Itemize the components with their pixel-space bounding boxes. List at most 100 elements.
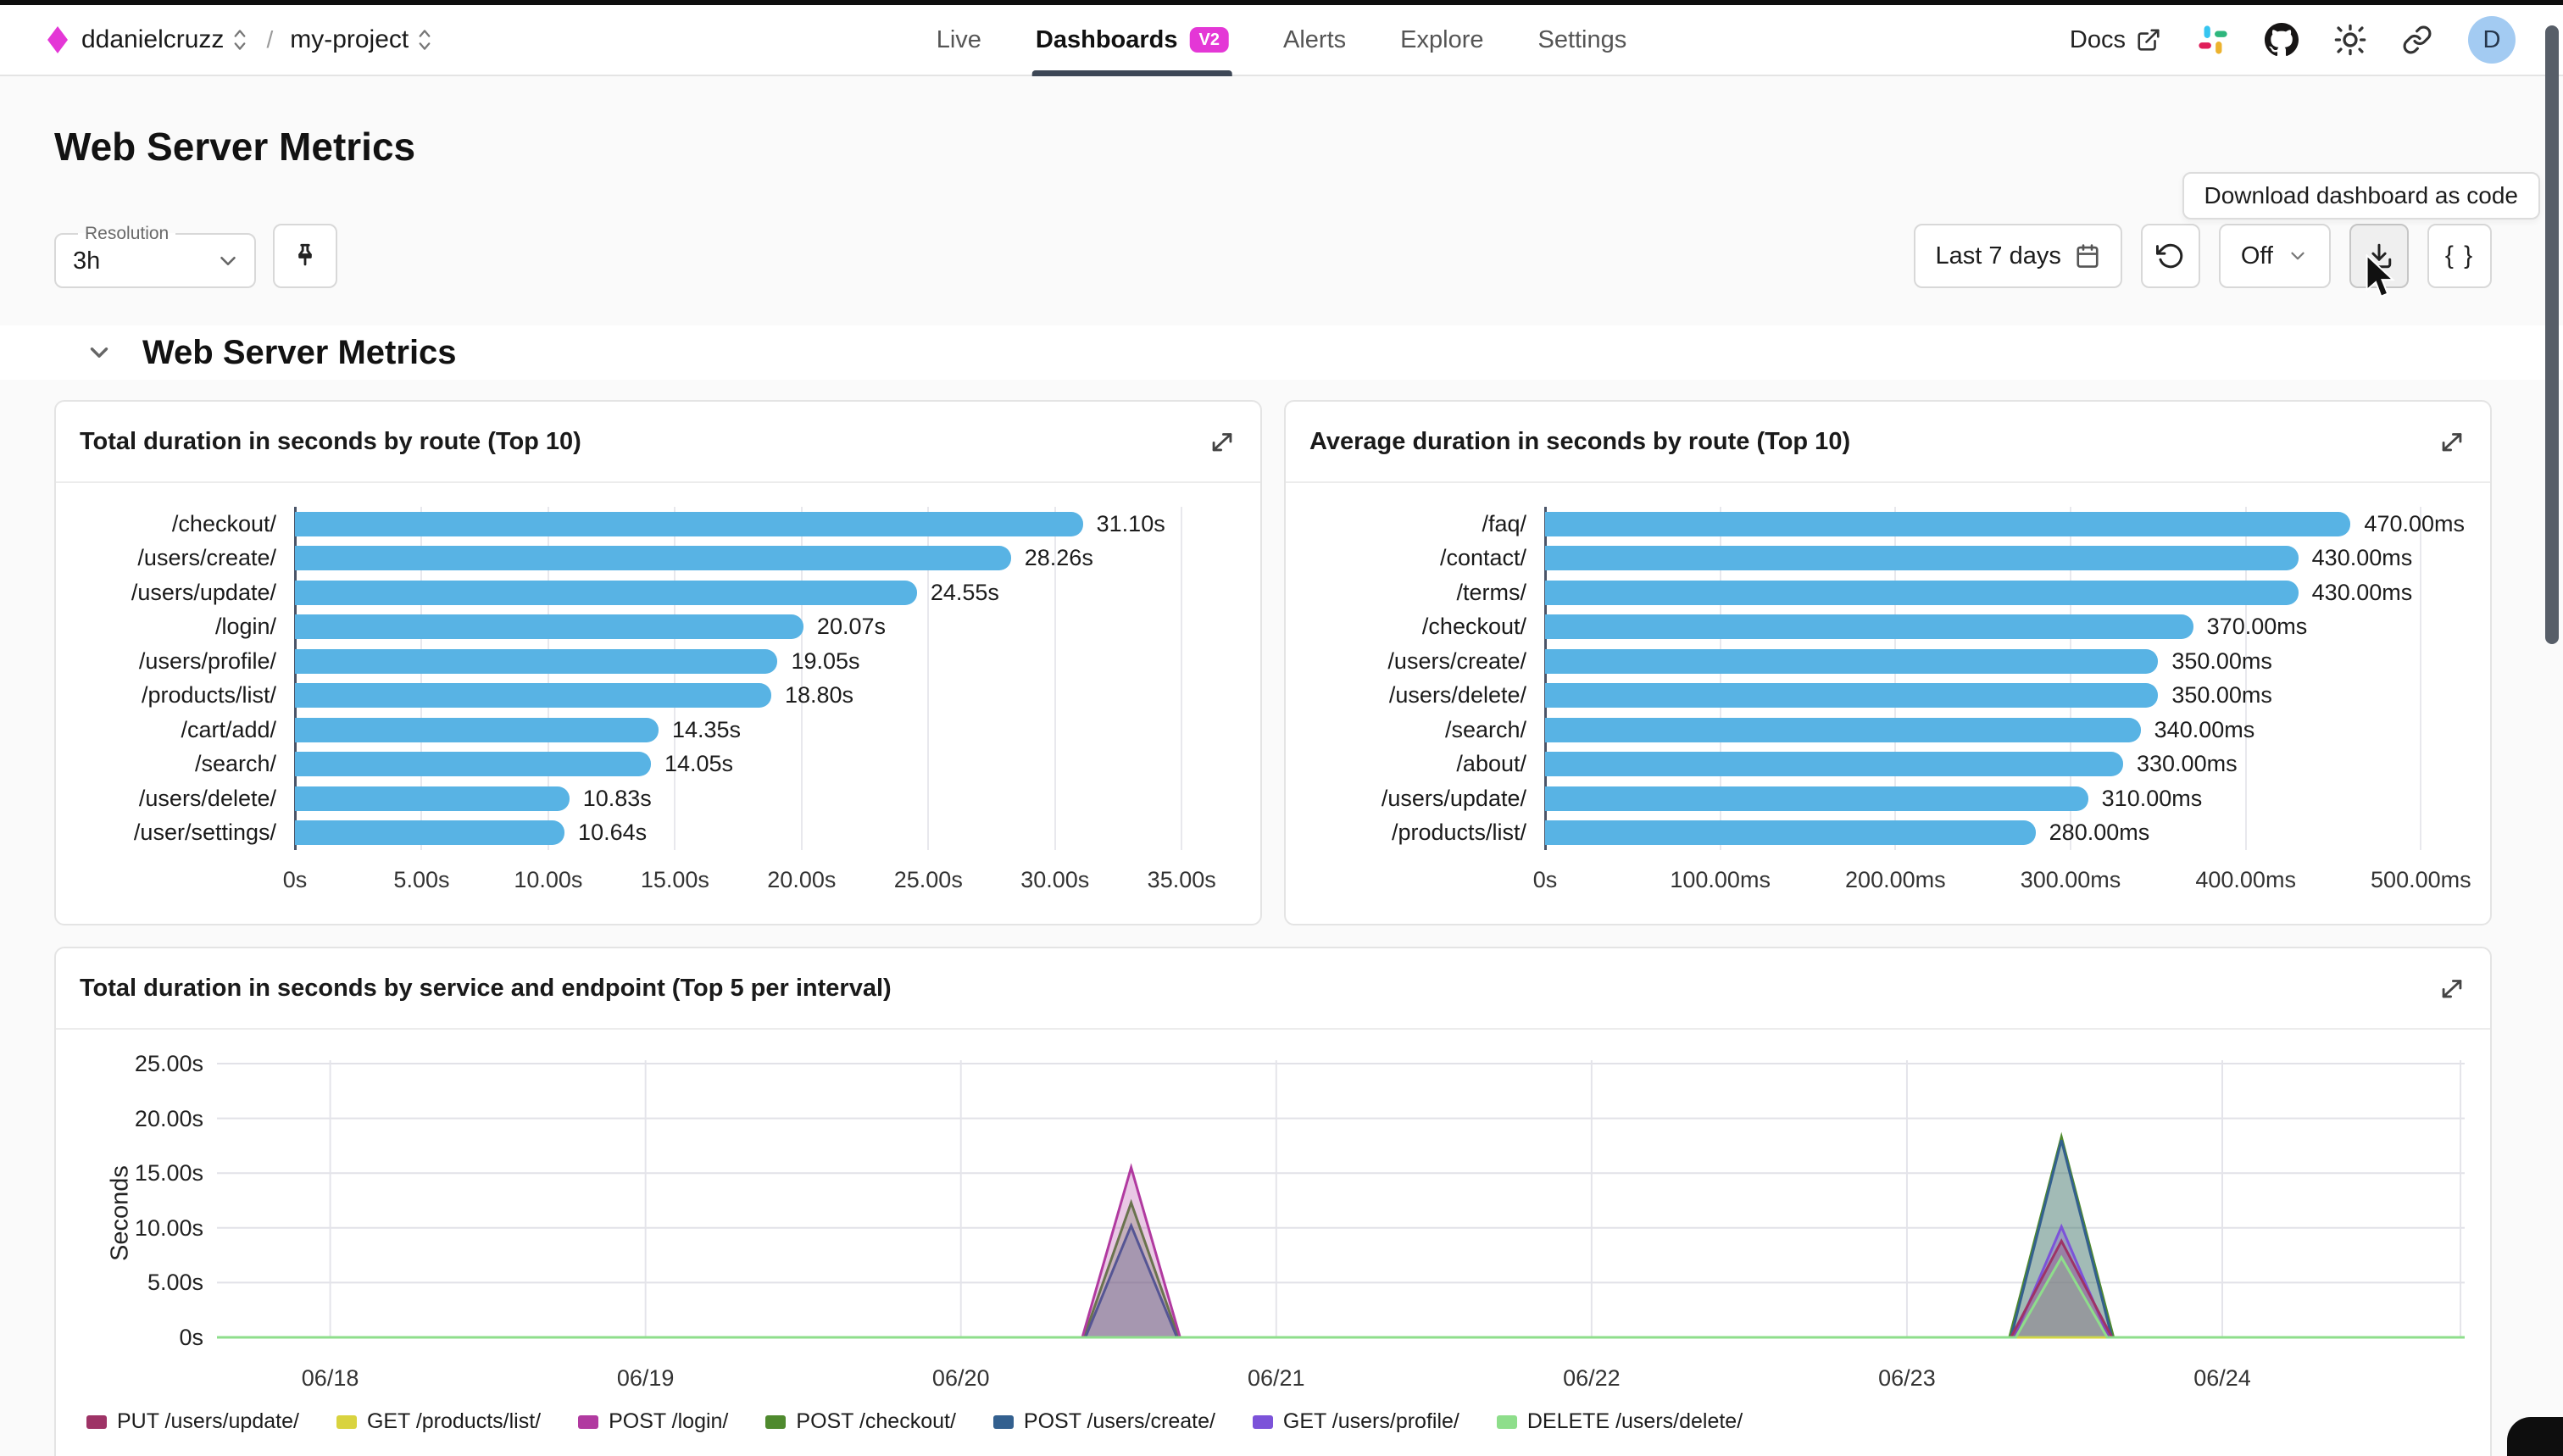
bar[interactable] <box>1545 581 2299 605</box>
bar[interactable] <box>295 614 803 639</box>
bar[interactable] <box>295 512 1083 536</box>
docs-link[interactable]: Docs <box>2070 26 2161 54</box>
bar-row[interactable]: 28.26s <box>295 542 1235 576</box>
bar[interactable] <box>1545 786 2088 811</box>
legend-label: GET /users/profile/ <box>1283 1409 1459 1434</box>
area-series-fill <box>217 1241 2465 1337</box>
bar-value-label: 370.00ms <box>2207 614 2308 640</box>
bar-row[interactable]: 24.55s <box>295 575 1235 610</box>
legend-item[interactable]: POST /checkout/ <box>765 1409 956 1434</box>
y-axis-tick-label: 10.00s <box>135 1215 203 1242</box>
legend-swatch-icon <box>1253 1415 1273 1429</box>
github-icon <box>2265 23 2299 57</box>
x-axis-tick-label: 200.00ms <box>1845 867 1946 893</box>
bar[interactable] <box>1545 718 2141 742</box>
main-content: Web Server Metrics Resolution 3h Last 7 … <box>0 76 2563 1456</box>
section-collapse-chevron-icon[interactable] <box>85 338 114 367</box>
bar-row[interactable]: 470.00ms <box>1545 507 2465 542</box>
bar[interactable] <box>1545 820 2036 845</box>
x-axis-tick-label: 5.00s <box>393 867 449 893</box>
project-switcher[interactable]: my-project <box>290 25 434 54</box>
auto-refresh-select[interactable]: Off <box>2219 224 2331 288</box>
legend-item[interactable]: POST /users/create/ <box>993 1409 1215 1434</box>
tab-alerts[interactable]: Alerts <box>1283 5 1346 75</box>
user-avatar[interactable]: D <box>2468 16 2516 64</box>
help-widget-corner[interactable] <box>2507 1417 2563 1456</box>
section-header[interactable]: Web Server Metrics <box>0 325 2563 380</box>
bar-row[interactable]: 340.00ms <box>1545 713 2465 747</box>
bar[interactable] <box>295 581 917 605</box>
org-switcher[interactable]: ddanielcruzz <box>81 25 249 54</box>
page-title: Web Server Metrics <box>54 124 2563 169</box>
bar-row[interactable]: 20.07s <box>295 610 1235 645</box>
bar-row[interactable]: 370.00ms <box>1545 610 2465 645</box>
bar[interactable] <box>295 752 651 776</box>
bar[interactable] <box>1545 683 2158 708</box>
refresh-button[interactable] <box>2141 224 2200 288</box>
legend-item[interactable]: PUT /users/update/ <box>86 1409 299 1434</box>
theme-toggle[interactable] <box>2334 24 2366 56</box>
area-series-line[interactable] <box>217 1168 2465 1337</box>
tab-live[interactable]: Live <box>937 5 981 75</box>
area-series-line[interactable] <box>217 1137 2465 1337</box>
bar-row[interactable]: 350.00ms <box>1545 679 2465 714</box>
legend-item[interactable]: GET /users/profile/ <box>1253 1409 1459 1434</box>
bar-row[interactable]: 10.64s <box>295 816 1235 851</box>
bar-row[interactable]: 330.00ms <box>1545 747 2465 782</box>
bar[interactable] <box>1545 649 2158 674</box>
time-range-button[interactable]: Last 7 days <box>1914 224 2122 288</box>
bar[interactable] <box>295 718 659 742</box>
area-chart: Seconds 0s5.00s10.00s15.00s20.00s25.00s … <box>56 1030 2490 1401</box>
bar[interactable] <box>1545 512 2350 536</box>
bar-row[interactable]: 350.00ms <box>1545 644 2465 679</box>
brand-logo-icon[interactable] <box>47 26 68 53</box>
bar[interactable] <box>295 786 570 811</box>
bar-row[interactable]: 14.05s <box>295 747 1235 782</box>
github-button[interactable] <box>2265 23 2299 57</box>
bar[interactable] <box>1545 546 2299 570</box>
bar-row[interactable]: 19.05s <box>295 644 1235 679</box>
legend-swatch-icon <box>578 1415 598 1429</box>
tab-explore[interactable]: Explore <box>1400 5 1483 75</box>
area-series-fill <box>217 1168 2465 1337</box>
area-series-line[interactable] <box>217 1140 2465 1337</box>
slack-button[interactable] <box>2197 24 2229 56</box>
legend-item[interactable]: DELETE /users/delete/ <box>1497 1409 1743 1434</box>
chevron-updown-icon <box>415 27 434 53</box>
share-link-button[interactable] <box>2402 25 2432 55</box>
bar-row[interactable]: 14.35s <box>295 713 1235 747</box>
vertical-scrollbar[interactable] <box>2545 25 2559 644</box>
tab-settings[interactable]: Settings <box>1537 5 1626 75</box>
bar[interactable] <box>1545 752 2123 776</box>
app-root: ddanielcruzz / my-project Live Dashboard… <box>0 0 2563 1456</box>
bar-row[interactable]: 430.00ms <box>1545 575 2465 610</box>
area-series-line[interactable] <box>217 1258 2465 1337</box>
bar-row[interactable]: 280.00ms <box>1545 816 2465 851</box>
legend-item[interactable]: POST /login/ <box>578 1409 728 1434</box>
area-series-line[interactable] <box>217 1241 2465 1337</box>
refresh-icon <box>2156 242 2185 270</box>
legend-item[interactable]: GET /products/list/ <box>336 1409 541 1434</box>
legend-swatch-icon <box>993 1415 1014 1429</box>
bar-row[interactable]: 31.10s <box>295 507 1235 542</box>
tab-dashboards[interactable]: Dashboards V2 <box>1036 5 1229 75</box>
bar-row[interactable]: 310.00ms <box>1545 781 2465 816</box>
top-navbar: ddanielcruzz / my-project Live Dashboard… <box>0 5 2563 76</box>
navbar-right: Docs D <box>2070 16 2516 64</box>
edit-code-button[interactable]: { } <box>2427 224 2492 288</box>
mouse-cursor <box>2363 254 2397 302</box>
bar[interactable] <box>295 683 771 708</box>
resolution-select[interactable]: Resolution 3h <box>54 224 256 288</box>
bar[interactable] <box>295 546 1011 570</box>
bar[interactable] <box>295 649 777 674</box>
bar-row[interactable]: 10.83s <box>295 781 1235 816</box>
bar[interactable] <box>295 820 564 845</box>
bar-row[interactable]: 18.80s <box>295 679 1235 714</box>
bar-row[interactable]: 430.00ms <box>1545 542 2465 576</box>
expand-chart-button[interactable] <box>1208 427 1237 456</box>
bar[interactable] <box>1545 614 2193 639</box>
x-axis-tick-label: 15.00s <box>641 867 709 893</box>
expand-chart-button[interactable] <box>2438 974 2466 1003</box>
pin-resolution-button[interactable] <box>273 224 337 288</box>
expand-chart-button[interactable] <box>2438 427 2466 456</box>
